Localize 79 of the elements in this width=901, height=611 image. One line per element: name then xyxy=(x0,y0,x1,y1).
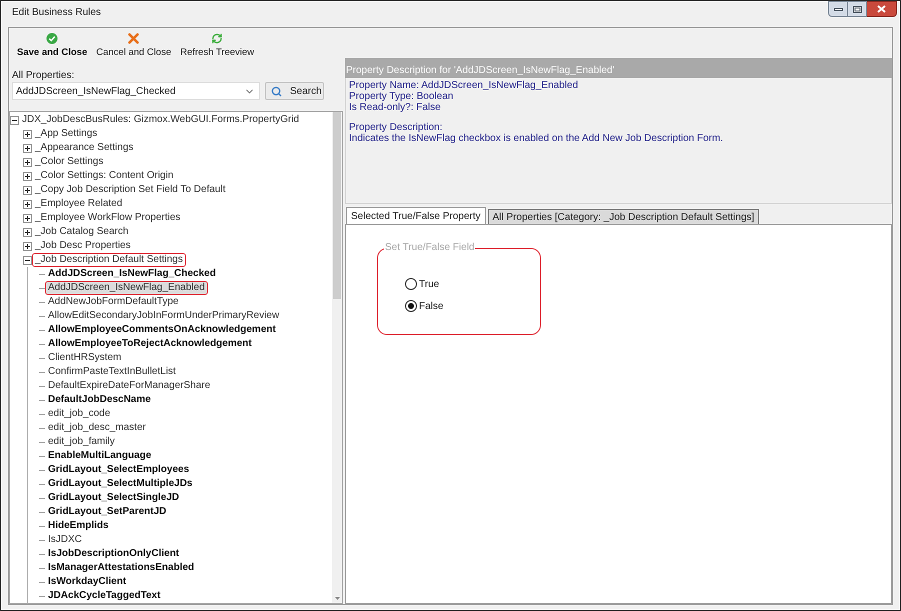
tree-item[interactable]: _Color Settings xyxy=(32,155,106,169)
tree-item[interactable]: _Employee WorkFlow Properties xyxy=(32,211,184,225)
tree-item[interactable]: IsWorkdayClient xyxy=(45,575,130,589)
property-detail: Property Type: Boolean xyxy=(349,91,454,102)
plus-box-icon[interactable] xyxy=(23,200,32,208)
minimize-button[interactable] xyxy=(828,1,848,17)
maximize-icon xyxy=(852,6,862,12)
search-icon xyxy=(271,86,282,96)
window-title: Edit Business Rules xyxy=(12,7,101,19)
tab[interactable]: Selected True/False Property xyxy=(346,207,486,224)
plus-box-icon[interactable] xyxy=(23,228,32,236)
plus-box-icon[interactable] xyxy=(23,242,32,250)
scroll-down-arrow-icon[interactable] xyxy=(334,597,340,600)
properties-dropdown[interactable]: AddJDScreen_IsNewFlag_Checked xyxy=(12,82,260,100)
tree-item[interactable]: DefaultExpireDateForManagerShare xyxy=(45,379,214,393)
tree-item[interactable]: AllowEmployeeToRejectAcknowledgement xyxy=(45,337,255,351)
tree-item[interactable]: IsJobDescriptionOnlyClient xyxy=(45,547,182,561)
tree-item[interactable]: ConfirmPasteTextInBulletList xyxy=(45,365,179,379)
plus-box-icon[interactable] xyxy=(23,172,32,180)
tree-item[interactable]: _App Settings xyxy=(32,127,100,141)
tree-item[interactable]: DefaultJobDescName xyxy=(45,393,154,407)
field-label: All Properties: xyxy=(11,70,76,82)
plus-box-icon[interactable] xyxy=(23,158,32,166)
plus-box-icon[interactable] xyxy=(23,186,32,194)
tree-item[interactable]: _Color Settings: Content Origin xyxy=(32,169,176,183)
minimize-icon xyxy=(834,8,842,10)
minus-box-icon[interactable] xyxy=(23,256,32,264)
tree-item[interactable]: JDX_JobDescBusRules: Gizmox.WebGUI.Forms.PropertyGrid xyxy=(19,113,302,127)
description-heading: Property Description: xyxy=(349,122,444,133)
plus-box-icon[interactable] xyxy=(23,214,32,222)
x-icon xyxy=(128,33,140,44)
tree-item[interactable]: HideEmplids xyxy=(45,519,112,533)
refresh-icon xyxy=(211,33,224,44)
tree-item[interactable]: GridLayout_SetParentJD xyxy=(45,505,170,519)
tree-item[interactable]: _Employee Related xyxy=(32,197,126,211)
radio-circle-icon[interactable] xyxy=(405,278,417,290)
tree-item[interactable]: AddJDScreen_IsNewFlag_Checked xyxy=(45,267,219,281)
search-button[interactable]: Search xyxy=(265,82,324,100)
description-title: Property Description for 'AddJDScreen_IsNewFlag_Enabled' xyxy=(346,65,614,77)
toolbar-button[interactable]: Save and Close xyxy=(14,28,90,58)
tab[interactable]: All Properties [Category: _Job Description Default Settings] xyxy=(488,209,760,224)
tree-item[interactable]: _Copy Job Description Set Field To Default xyxy=(32,183,228,197)
radio-circle-icon[interactable] xyxy=(405,300,417,312)
maximize-button[interactable] xyxy=(848,1,867,17)
scrollbar-thumb[interactable] xyxy=(333,112,341,299)
tree-item[interactable]: _Appearance Settings xyxy=(32,141,136,155)
radio-button[interactable]: False xyxy=(405,300,540,312)
close-button[interactable] xyxy=(867,1,897,17)
tree-item[interactable]: GridLayout_SelectSingleJD xyxy=(45,491,182,505)
tree-item[interactable]: _Job Catalog Search xyxy=(32,225,132,239)
property-detail: Property Name: AddJDScreen_IsNewFlag_Enabled xyxy=(349,80,580,91)
tree-item[interactable]: GridLayout_SelectMultipleJDs xyxy=(45,477,196,491)
tree-item[interactable]: _Job Desc Properties xyxy=(32,239,134,253)
tree-item[interactable]: _Job Description Default Settings xyxy=(32,253,186,267)
group-legend: Set True/False Field xyxy=(384,242,476,253)
check-circle-icon xyxy=(46,33,58,44)
radio-button[interactable]: True xyxy=(405,278,540,290)
toolbar-button[interactable]: Refresh Treeview xyxy=(177,28,258,58)
property-detail: Is Read-only?: False xyxy=(349,102,442,113)
tree-item[interactable]: ClientHRSystem xyxy=(45,351,124,365)
tree-item[interactable]: IsJDXC xyxy=(45,533,85,547)
tree-item[interactable]: AllowEditSecondaryJobInFormUnderPrimaryReview xyxy=(45,309,282,323)
tree-item[interactable]: AddNewJobFormDefaultType xyxy=(45,295,182,309)
tree-item[interactable]: AllowEmployeeCommentsOnAcknowledgement xyxy=(45,323,279,337)
minus-box-icon[interactable] xyxy=(10,116,19,124)
close-icon xyxy=(877,5,886,13)
tree-item[interactable]: IsManagerAttestationsEnabled xyxy=(45,561,198,575)
tree-item[interactable]: edit_job_family xyxy=(45,435,118,449)
tree-item[interactable]: GridLayout_SelectEmployees xyxy=(45,463,192,477)
plus-box-icon[interactable] xyxy=(23,130,32,138)
tree-item[interactable]: edit_job_code xyxy=(45,407,114,421)
tree-item[interactable]: AddJDScreen_IsNewFlag_Enabled xyxy=(45,281,208,295)
toolbar-button[interactable]: Cancel and Close xyxy=(93,28,174,58)
scrollbar[interactable] xyxy=(332,112,342,603)
plus-box-icon[interactable] xyxy=(23,144,32,152)
tree-item[interactable]: JDAckCycleTaggedText xyxy=(45,589,164,603)
tree-item[interactable]: EnableMultiLanguage xyxy=(45,449,154,463)
description-text: Indicates the IsNewFlag checkbox is enabled on the Add New Job Description Form. xyxy=(349,133,724,144)
tree-item[interactable]: edit_job_desc_master xyxy=(45,421,149,435)
